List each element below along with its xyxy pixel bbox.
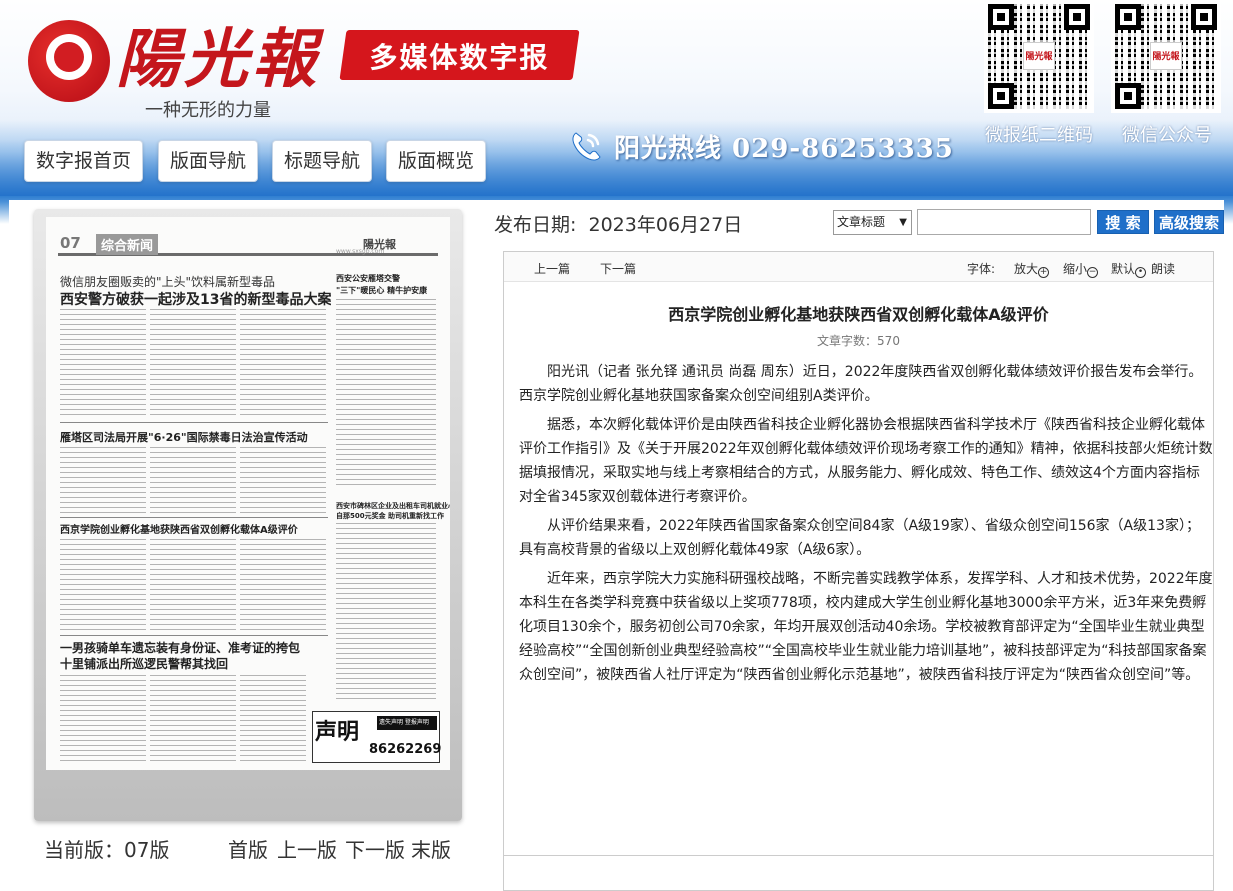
dot-icon: • [1135, 267, 1147, 278]
slogan: 一种无形的力量 [145, 100, 271, 121]
current-page-label: 当前版：07版 [44, 838, 170, 862]
article-paragraph: 从评价结果来看，2022年陕西省国家备案众创空间84家（A级19家）、省级众创空… [519, 518, 1200, 558]
zoom-out-button[interactable]: 缩小 − [1063, 260, 1099, 278]
sun-logo-icon [28, 20, 110, 102]
thumb-headline[interactable]: "三下"暖民心 精牛护安康 [336, 285, 427, 296]
next-page-link[interactable]: 下一版 [345, 834, 405, 863]
thumb-ad[interactable]: 声明 遗失声明 登报声明 86262269 [312, 711, 441, 763]
qr-code-wechat: 陽光報 [1111, 0, 1221, 113]
search-input[interactable] [917, 209, 1091, 235]
article-paragraph: 阳光讯（记者 张允铎 通讯员 尚磊 周东）近日，2022年度陕西省双创孵化载体绩… [519, 364, 1203, 404]
page-thumbnail[interactable]: 07 综合新闻 陽光報 www.sxsgb.com 微信朋友圈贩卖的"上头"饮料… [46, 217, 450, 770]
newspaper-logo: 陽光報 [116, 22, 320, 97]
nav-title-navigation[interactable]: 标题导航 [272, 140, 373, 182]
hotline-number: 阳光热线 029-86253335 [614, 134, 954, 164]
article-paragraph: 近年来，西京学院大力实施科研强校战略，不断完善实践教学体系，发挥学科、人才和技术… [519, 571, 1213, 683]
thumb-headline[interactable]: 微信朋友圈贩卖的"上头"饮料属新型毒品 [60, 273, 275, 290]
thumb-headline[interactable]: 一男孩骑单车遗忘装有身份证、准考证的挎包 [60, 639, 300, 656]
thumb-page-number: 07 [60, 234, 81, 252]
thumb-headline[interactable]: 十里铺派出所巡逻民警帮其找回 [60, 655, 228, 672]
article-paragraph: 据悉，本次孵化载体评价是由陕西省科技企业孵化器协会根据陕西省科学技术厅《陕西省科… [519, 417, 1213, 505]
thumb-section: 综合新闻 [96, 234, 159, 255]
hotline: 阳光热线 029-86253335 [568, 128, 954, 165]
article-divider [504, 855, 1213, 856]
qr-logo-icon: 陽光報 [1150, 42, 1182, 70]
thumb-headline[interactable]: 西安公安雁塔交警 [336, 273, 400, 284]
prev-article-link[interactable]: 上一篇 [534, 260, 570, 277]
qr-logo-icon: 陽光報 [1023, 42, 1055, 70]
article-body: 阳光讯（记者 张允铎 通讯员 尚磊 周东）近日，2022年度陕西省双创孵化载体绩… [519, 360, 1213, 692]
thumb-headline[interactable]: 西安市碑林区企业及出租车司机就业心 [336, 501, 450, 511]
nav-digital-home[interactable]: 数字报首页 [24, 140, 144, 182]
thumb-url: www.sxsgb.com [336, 248, 385, 255]
masthead-header: 陽光報 一种无形的力量 多媒体数字报 阳光热线 029-86253335 陽光報… [0, 0, 1233, 200]
last-page-link[interactable]: 末版 [411, 834, 451, 863]
next-article-link[interactable]: 下一篇 [600, 260, 636, 277]
article-title: 西京学院创业孵化基地获陕西省双创孵化载体A级评价 [668, 305, 1049, 324]
thumb-headline[interactable]: 西安警方破获一起涉及13省的新型毒品大案 [60, 289, 331, 309]
qr-label-wechat: 微信公众号 [1122, 125, 1212, 146]
article-toolbar: 上一篇 下一篇 字体: 放大 + 缩小 − 默认 • 朗读 [504, 252, 1213, 282]
thumb-headline[interactable]: 自那500元奖金 助司机重新找工作 [336, 511, 444, 521]
read-aloud-button[interactable]: 朗读 [1151, 260, 1175, 277]
search-field-select[interactable]: 文章标题 ▼ [833, 210, 912, 235]
chevron-down-icon: ▼ [899, 217, 907, 228]
nav-page-navigation[interactable]: 版面导航 [158, 140, 259, 182]
article-word-count: 文章字数：570 [817, 334, 900, 348]
qr-code-newspaper: 陽光報 [984, 0, 1094, 113]
advanced-search-button[interactable]: 高级搜索 [1154, 210, 1224, 234]
article-panel: 上一篇 下一篇 字体: 放大 + 缩小 − 默认 • 朗读 西京学院创业孵化基地获陕西… [503, 251, 1214, 891]
publish-date: 发布日期: 2023年06月27日 [494, 214, 743, 236]
search-button[interactable]: 搜 索 [1097, 210, 1149, 234]
thumb-headline[interactable]: 雁塔区司法局开展"6·26"国际禁毒日法治宣传活动 [60, 429, 308, 445]
font-label: 字体: [967, 262, 996, 276]
phone-icon [568, 129, 604, 165]
nav-page-overview[interactable]: 版面概览 [386, 140, 487, 182]
thumb-headline[interactable]: 西京学院创业孵化基地获陕西省双创孵化载体A级评价 [60, 521, 298, 536]
zoom-in-button[interactable]: 放大 + [1014, 260, 1050, 278]
default-size-button[interactable]: 默认 • [1111, 260, 1147, 278]
multimedia-banner: 多媒体数字报 [339, 30, 580, 80]
first-page-link[interactable]: 首版 [228, 834, 268, 863]
plus-icon: + [1038, 267, 1050, 278]
prev-page-link[interactable]: 上一版 [277, 834, 337, 863]
minus-icon: − [1087, 267, 1099, 278]
